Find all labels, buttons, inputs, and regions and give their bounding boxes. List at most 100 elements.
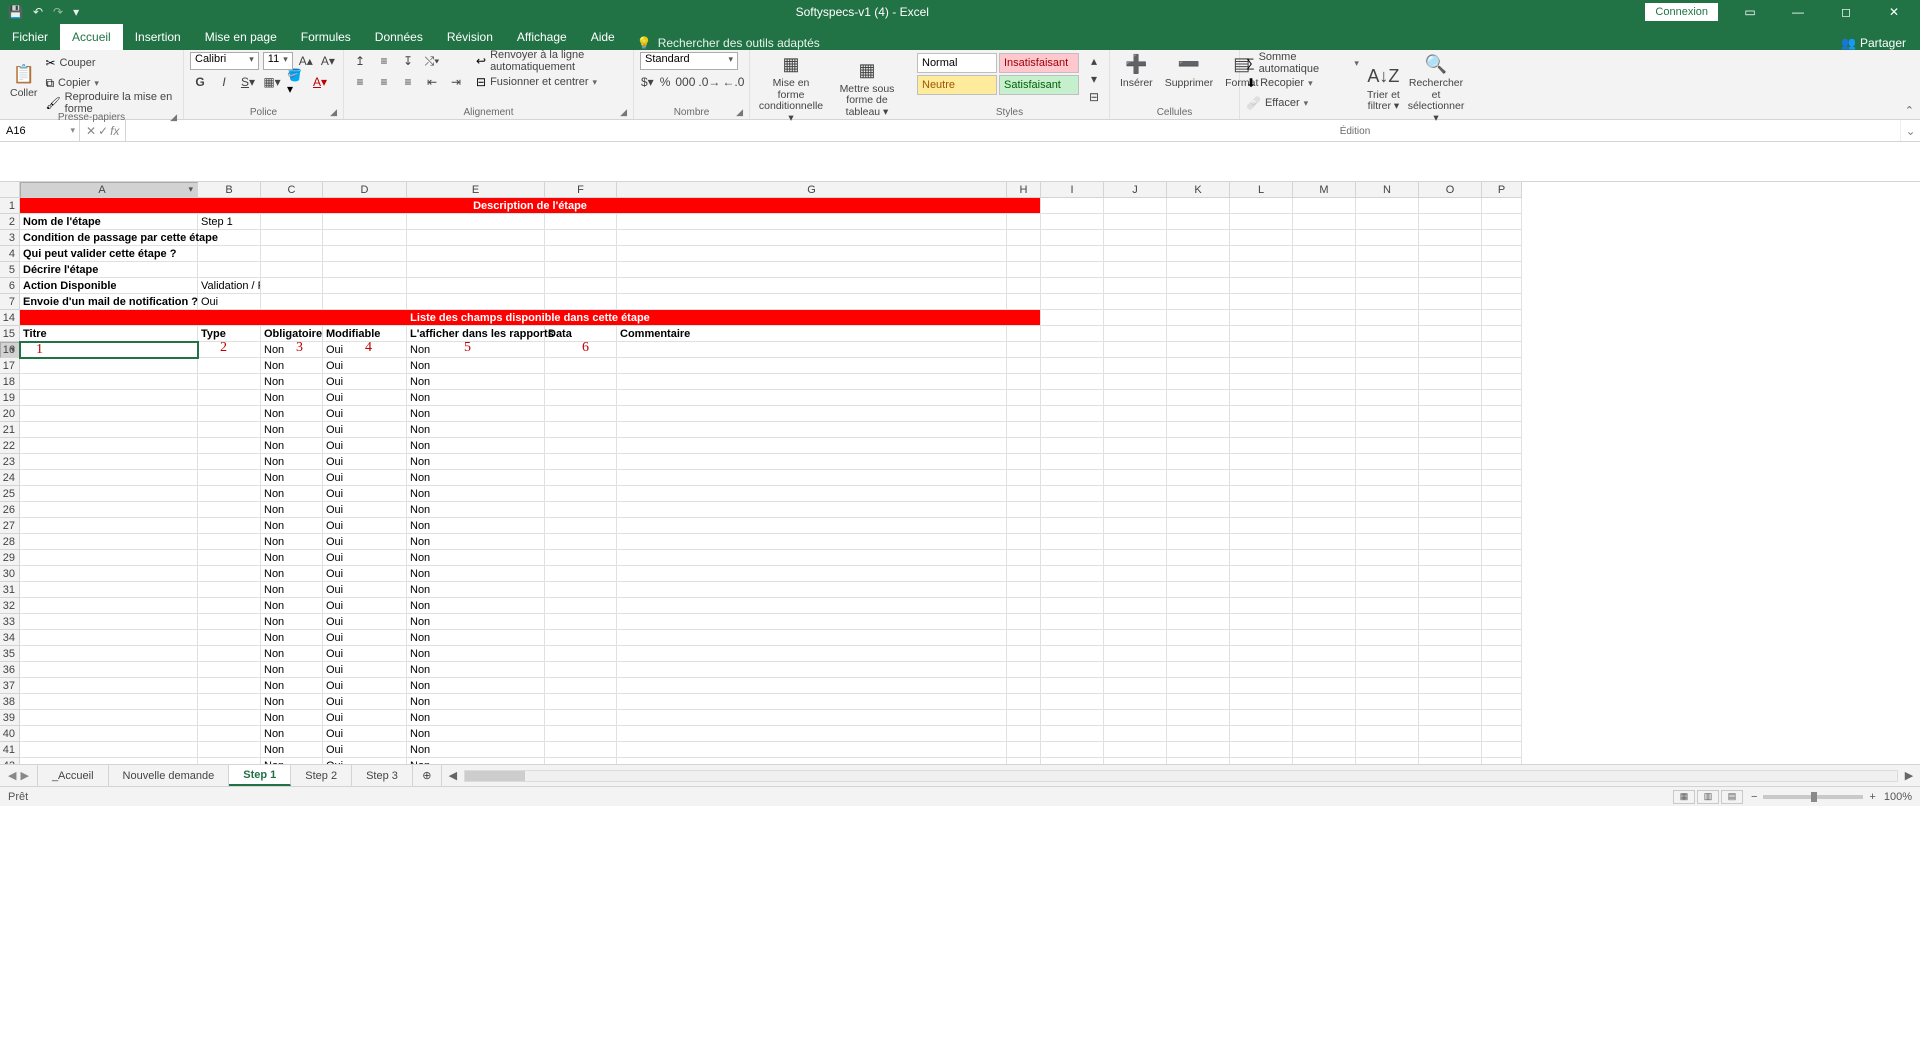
cell-I36[interactable] xyxy=(1041,662,1104,678)
col-header-E[interactable]: E xyxy=(407,182,545,198)
cell-G37[interactable] xyxy=(617,678,1007,694)
cell-P17[interactable] xyxy=(1482,358,1522,374)
autosum-button[interactable]: ∑Somme automatique▾ xyxy=(1246,54,1359,72)
cell-A20[interactable] xyxy=(20,406,198,422)
cell-B38[interactable] xyxy=(198,694,261,710)
cell-H2[interactable] xyxy=(1007,214,1041,230)
tab-affichage[interactable]: Affichage xyxy=(505,24,579,50)
cell-A16[interactable] xyxy=(20,342,198,358)
cell-D38[interactable]: Oui xyxy=(323,694,407,710)
cell-K6[interactable] xyxy=(1167,278,1230,294)
font-size-select[interactable]: 11 xyxy=(263,52,293,70)
cell-N35[interactable] xyxy=(1356,646,1419,662)
styles-scroll-up-button[interactable]: ▴ xyxy=(1084,52,1104,70)
cell-A7[interactable]: Envoie d'un mail de notification ? xyxy=(20,294,198,310)
cell[interactable] xyxy=(1041,198,1104,214)
cell-D39[interactable]: Oui xyxy=(323,710,407,726)
cell-E20[interactable]: Non xyxy=(407,406,545,422)
row-header-27[interactable]: 27 xyxy=(0,518,20,534)
cell-N21[interactable] xyxy=(1356,422,1419,438)
cell-D24[interactable]: Oui xyxy=(323,470,407,486)
cell-B18[interactable] xyxy=(198,374,261,390)
cell-style-neutral[interactable]: Neutre xyxy=(917,75,997,95)
cell-A36[interactable] xyxy=(20,662,198,678)
number-format-select[interactable]: Standard xyxy=(640,52,738,70)
font-name-select[interactable]: Calibri xyxy=(190,52,259,70)
row-header-42[interactable]: 42 xyxy=(0,758,20,764)
cell-F22[interactable] xyxy=(545,438,617,454)
cell-C22[interactable]: Non xyxy=(261,438,323,454)
sheet-prev-icon[interactable]: ◀ xyxy=(8,769,16,782)
cell-E6[interactable] xyxy=(407,278,545,294)
cell-B37[interactable] xyxy=(198,678,261,694)
col-header-I[interactable]: I xyxy=(1041,182,1104,198)
cell-J3[interactable] xyxy=(1104,230,1167,246)
decrease-decimal-button[interactable]: ←.0 xyxy=(723,73,743,91)
cell-A38[interactable] xyxy=(20,694,198,710)
cell-J42[interactable] xyxy=(1104,758,1167,764)
cell-O41[interactable] xyxy=(1419,742,1482,758)
cell-K33[interactable] xyxy=(1167,614,1230,630)
cell-C27[interactable]: Non xyxy=(261,518,323,534)
cell-J33[interactable] xyxy=(1104,614,1167,630)
cell-I19[interactable] xyxy=(1041,390,1104,406)
cell-B19[interactable] xyxy=(198,390,261,406)
cell-E16[interactable]: Non xyxy=(407,342,545,358)
cell-L16[interactable] xyxy=(1230,342,1293,358)
wrap-text-button[interactable]: ↩Renvoyer à la ligne automatiquement xyxy=(476,52,627,70)
cell-K2[interactable] xyxy=(1167,214,1230,230)
cell-P33[interactable] xyxy=(1482,614,1522,630)
cell-K4[interactable] xyxy=(1167,246,1230,262)
sheet-tab-step-3[interactable]: Step 3 xyxy=(352,765,413,786)
cell-K17[interactable] xyxy=(1167,358,1230,374)
row-header-5[interactable]: 5 xyxy=(0,262,20,278)
cell-F30[interactable] xyxy=(545,566,617,582)
undo-button[interactable]: ↶ xyxy=(33,5,43,19)
cell-B36[interactable] xyxy=(198,662,261,678)
sheet-tab-_accueil[interactable]: _Accueil xyxy=(38,765,109,786)
cell-L17[interactable] xyxy=(1230,358,1293,374)
cell-J7[interactable] xyxy=(1104,294,1167,310)
cell-D29[interactable]: Oui xyxy=(323,550,407,566)
cell-I25[interactable] xyxy=(1041,486,1104,502)
cell-P38[interactable] xyxy=(1482,694,1522,710)
row-header-24[interactable]: 24 xyxy=(0,470,20,486)
cell-L4[interactable] xyxy=(1230,246,1293,262)
cell-C42[interactable]: Non xyxy=(261,758,323,764)
cell-J34[interactable] xyxy=(1104,630,1167,646)
align-top-button[interactable]: ↥ xyxy=(350,52,370,70)
cell-D3[interactable] xyxy=(323,230,407,246)
row-header-38[interactable]: 38 xyxy=(0,694,20,710)
cell-J35[interactable] xyxy=(1104,646,1167,662)
cell-L15[interactable] xyxy=(1230,326,1293,342)
cell-C25[interactable]: Non xyxy=(261,486,323,502)
cell-J38[interactable] xyxy=(1104,694,1167,710)
fill-button[interactable]: ⬇Recopier▾ xyxy=(1246,74,1359,92)
cell-E15[interactable]: L'afficher dans les rapports xyxy=(407,326,545,342)
cell-B25[interactable] xyxy=(198,486,261,502)
format-painter-button[interactable]: Reproduire la mise en forme xyxy=(45,94,177,112)
cell-A27[interactable] xyxy=(20,518,198,534)
cell-E3[interactable] xyxy=(407,230,545,246)
formula-input[interactable] xyxy=(126,120,1900,141)
cell-F35[interactable] xyxy=(545,646,617,662)
cell-E29[interactable]: Non xyxy=(407,550,545,566)
cell[interactable] xyxy=(1230,198,1293,214)
cell-J40[interactable] xyxy=(1104,726,1167,742)
cell-F27[interactable] xyxy=(545,518,617,534)
cell-P39[interactable] xyxy=(1482,710,1522,726)
row-header-20[interactable]: 20 xyxy=(0,406,20,422)
cell-K19[interactable] xyxy=(1167,390,1230,406)
cell-P21[interactable] xyxy=(1482,422,1522,438)
cell-M32[interactable] xyxy=(1293,598,1356,614)
zoom-in-button[interactable]: + xyxy=(1869,791,1875,803)
cell-K28[interactable] xyxy=(1167,534,1230,550)
cell-K24[interactable] xyxy=(1167,470,1230,486)
sheet-nav[interactable]: ◀▶ xyxy=(0,765,38,786)
cell-L6[interactable] xyxy=(1230,278,1293,294)
row-header-33[interactable]: 33 xyxy=(0,614,20,630)
cell-J39[interactable] xyxy=(1104,710,1167,726)
cell-O7[interactable] xyxy=(1419,294,1482,310)
enter-formula-button[interactable]: ✓ xyxy=(98,124,108,138)
cell-J41[interactable] xyxy=(1104,742,1167,758)
